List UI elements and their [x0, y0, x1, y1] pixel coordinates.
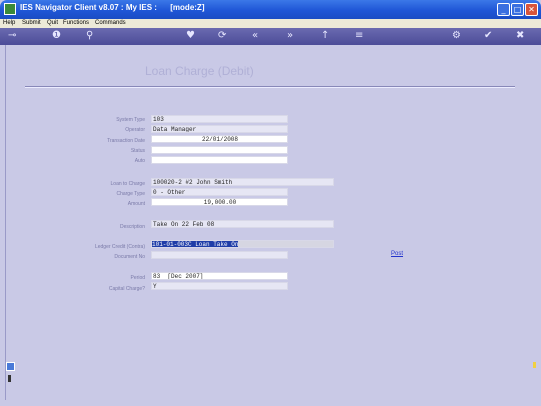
status-field[interactable]	[151, 146, 288, 154]
menu-submit[interactable]: Submit	[22, 20, 41, 26]
refresh-icon[interactable]: ⟳	[218, 30, 226, 42]
charge-type-field[interactable]: 0 - Other	[151, 188, 288, 196]
document-no-label: Document No	[114, 254, 145, 260]
ledger-credit-field[interactable]: 101-01-003C Loan Take On	[151, 240, 334, 248]
transaction-date-label: Transaction Date	[107, 138, 145, 144]
menu-help[interactable]: Help	[3, 20, 15, 26]
gear-icon[interactable]: ⚙	[452, 30, 461, 42]
rewind-icon[interactable]: «	[252, 30, 258, 42]
period-label: Period	[130, 275, 145, 281]
page-title: Loan Charge (Debit)	[145, 64, 254, 78]
info-icon[interactable]: ❶	[52, 30, 61, 42]
search-icon[interactable]: ⚲	[86, 30, 93, 42]
document-no-field[interactable]	[151, 251, 288, 259]
scroll-indicator	[533, 362, 536, 368]
status-bar	[0, 400, 541, 406]
auto-label: Auto	[134, 158, 145, 164]
capital-charge-label: Capital Charge?	[108, 286, 145, 292]
operator-label: Operator	[125, 127, 145, 133]
operator-field: Data Manager	[151, 125, 288, 133]
key-icon[interactable]: ⊸	[8, 30, 16, 42]
transaction-date-field[interactable]: 22/01/2008	[151, 135, 288, 143]
close-button[interactable]: ✕	[525, 3, 538, 16]
window-title: IES Navigator Client v8.07 : My IES : [m…	[20, 3, 205, 12]
period-field[interactable]: 83 [Dec 2007]	[151, 272, 288, 280]
fast-forward-icon[interactable]: »	[287, 30, 293, 42]
charge-type-label: Charge Type	[116, 191, 145, 197]
capital-charge-field[interactable]: Y	[151, 282, 288, 290]
ledger-credit-label: Ledger Credit (Contra)	[94, 244, 145, 250]
close-icon[interactable]: ✖	[516, 30, 524, 42]
minimize-button[interactable]: _	[497, 3, 510, 16]
side-info-icon[interactable]	[8, 375, 11, 382]
ledger-credit-selected-text: 101-01-003C Loan Take On	[152, 241, 239, 248]
check-icon[interactable]: ✔	[484, 30, 492, 42]
amount-label: Amount	[127, 201, 145, 207]
heart-icon[interactable]: ♥	[186, 30, 195, 42]
toolbar: ⊸ ❶ ⚲ ♥ ⟳ « » ↑ ≡ ⚙ ✔ ✖	[0, 28, 541, 45]
window-title-bar: IES Navigator Client v8.07 : My IES : [m…	[0, 0, 541, 19]
maximize-button[interactable]: □	[511, 3, 524, 16]
side-app-icon[interactable]	[6, 362, 15, 371]
status-label: Status	[130, 148, 145, 154]
auto-field[interactable]	[151, 156, 288, 164]
loan-to-charge-field[interactable]: 100020-2 #2 John Smith	[151, 178, 334, 186]
loan-to-charge-label: Loan to Charge	[110, 181, 145, 187]
amount-field[interactable]: 19,000.00	[151, 198, 288, 206]
post-link[interactable]: Post	[391, 251, 403, 257]
menu-commands[interactable]: Commands	[95, 20, 126, 26]
system-type-field: 103	[151, 115, 288, 123]
list-icon[interactable]: ≡	[355, 30, 363, 42]
menu-quit[interactable]: Quit	[47, 20, 58, 26]
menu-functions[interactable]: Functions	[63, 20, 89, 26]
app-icon	[4, 3, 16, 15]
description-label: Description	[119, 224, 145, 230]
description-field[interactable]: Take On 22 Feb 08	[151, 220, 334, 228]
title-divider	[25, 86, 515, 88]
menu-bar: Help Submit Quit Functions Commands	[0, 19, 541, 28]
system-type-label: System Type	[116, 117, 145, 123]
up-arrow-icon[interactable]: ↑	[321, 30, 329, 42]
